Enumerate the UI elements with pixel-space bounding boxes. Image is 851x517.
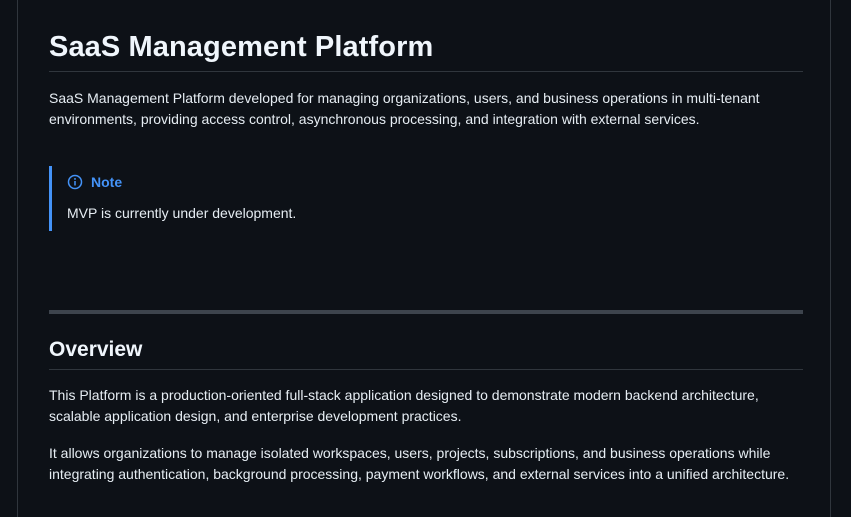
note-callout: Note MVP is currently under development. — [49, 166, 803, 231]
readme-frame — [17, 0, 831, 517]
overview-heading: Overview — [49, 338, 143, 361]
note-label: Note — [91, 174, 123, 190]
note-text: MVP is currently under development. — [67, 205, 297, 221]
overview-paragraph-2: It allows organizations to manage isolat… — [49, 445, 790, 482]
page-title: SaaS Management Platform — [49, 31, 434, 63]
title-divider — [49, 71, 803, 72]
overview-divider — [49, 369, 803, 370]
note-header: Note — [67, 172, 122, 192]
overview-paragraph-1: This Platform is a production-oriented f… — [49, 387, 759, 424]
section-divider — [49, 310, 803, 314]
intro-paragraph: SaaS Management Platform developed for m… — [49, 90, 760, 127]
info-icon — [67, 174, 83, 190]
